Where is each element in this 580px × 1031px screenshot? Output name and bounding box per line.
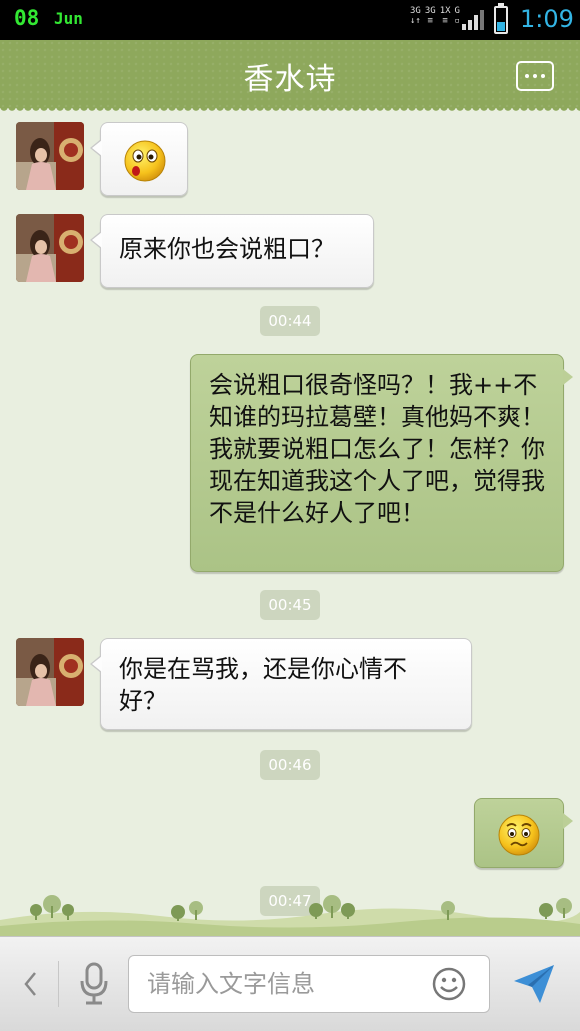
send-arrow-icon <box>514 965 554 1003</box>
status-time: 1:09 <box>520 5 574 33</box>
contact-avatar[interactable] <box>16 122 84 190</box>
voice-input-button[interactable] <box>72 961 116 1007</box>
chat-title: 香水诗 <box>243 62 337 97</box>
message-bubble-incoming[interactable] <box>90 122 188 196</box>
worried-emoji-icon <box>498 814 540 856</box>
input-bar <box>0 936 580 1031</box>
net-label: G <box>454 6 460 16</box>
status-bar: 08 Jun 3G ↓↑ 3G ≡ 1X ≡ G ▫ 1:09 <box>0 0 580 40</box>
status-date: 08 <box>14 6 40 30</box>
surprised-emoji-icon <box>124 140 166 182</box>
send-button[interactable] <box>510 961 558 1007</box>
message-text: 会说粗口很奇怪吗？！我++不知谁的玛拉葛壁！真他妈不爽！我就要说粗口怎么了！怎样… <box>209 371 545 527</box>
divider <box>58 961 59 1007</box>
message-bubble-incoming[interactable]: 原来你也会说粗口？ <box>90 214 374 288</box>
timestamp: 00:44 <box>260 306 320 336</box>
timestamp: 00:46 <box>260 750 320 780</box>
microphone-icon <box>80 962 108 1005</box>
net-label: 1X <box>439 6 451 16</box>
timestamp: 00:45 <box>260 590 320 620</box>
emoji-picker-button[interactable] <box>432 967 466 1001</box>
message-bubble-outgoing[interactable] <box>474 798 573 868</box>
contact-avatar[interactable] <box>16 214 84 282</box>
status-month: Jun <box>54 9 83 28</box>
message-text: 你是在骂我，还是你心情不好？ <box>119 655 407 715</box>
title-bar: 香水诗 <box>0 40 580 112</box>
message-bubble-incoming[interactable]: 你是在骂我，还是你心情不好？ <box>90 638 472 730</box>
contact-avatar[interactable] <box>16 638 84 706</box>
net-label: 3G <box>424 6 436 16</box>
network-indicators: 3G ↓↑ 3G ≡ 1X ≡ G ▫ <box>410 6 460 26</box>
battery-level <box>497 21 505 31</box>
message-text: 原来你也会说粗口？ <box>119 235 335 263</box>
landscape-decoration <box>0 895 580 936</box>
signal-icon <box>462 10 484 30</box>
avatar-photo <box>16 122 84 190</box>
chat-area[interactable]: 原来你也会说粗口？ 00:44 会说粗口很奇怪吗？！我++不知谁的玛拉葛壁！真他… <box>0 108 580 936</box>
message-bubble-outgoing[interactable]: 会说粗口很奇怪吗？！我++不知谁的玛拉葛壁！真他妈不爽！我就要说粗口怎么了！怎样… <box>190 354 573 572</box>
back-chevron-icon[interactable] <box>18 967 42 1001</box>
more-button[interactable] <box>516 61 554 91</box>
avatar-photo <box>16 638 84 706</box>
avatar-photo <box>16 214 84 282</box>
smiley-icon <box>432 967 466 1001</box>
net-label: 3G <box>410 6 421 16</box>
battery-icon <box>494 3 508 34</box>
more-icon <box>525 74 529 78</box>
